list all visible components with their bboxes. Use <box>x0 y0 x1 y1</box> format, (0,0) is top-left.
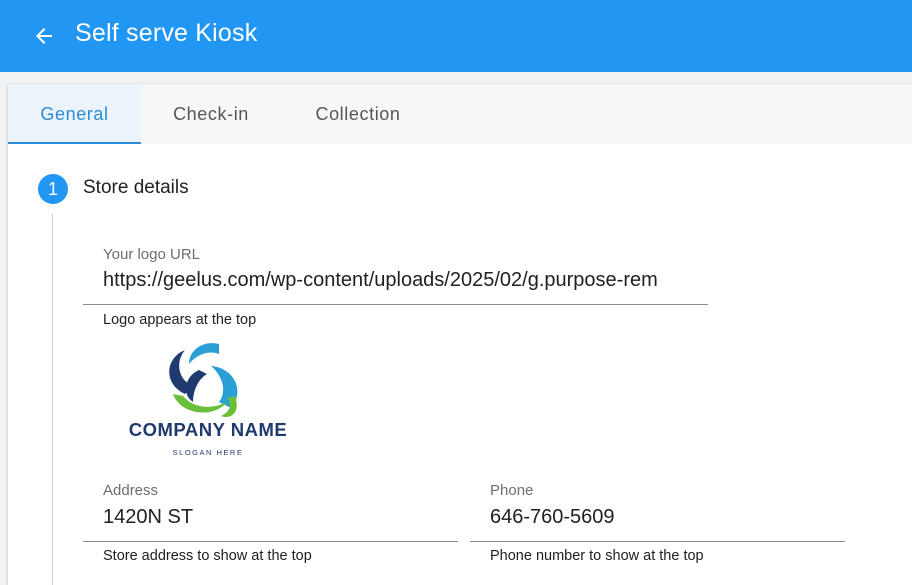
logo-url-helper: Logo appears at the top <box>103 312 257 328</box>
arrow-left-icon <box>36 28 52 44</box>
logo-preview: COMPANY NAME SLOGAN HERE <box>123 336 293 458</box>
step-title: Store details <box>83 177 189 198</box>
address-helper: Store address to show at the top <box>103 548 312 564</box>
back-button[interactable] <box>24 16 64 56</box>
tab-check-in-label: Check-in <box>173 103 249 124</box>
logo-url-input[interactable] <box>103 266 688 294</box>
logo-company-name: COMPANY NAME <box>129 419 287 440</box>
active-tab-indicator <box>8 142 141 144</box>
step-connector-line <box>52 214 53 585</box>
address-underline <box>83 541 458 542</box>
logo-url-label: Your logo URL <box>103 246 201 263</box>
tab-collection[interactable]: Collection <box>281 84 435 144</box>
tab-collection-label: Collection <box>315 103 401 124</box>
tab-general-label: General <box>40 103 109 124</box>
tab-check-in[interactable]: Check-in <box>141 84 281 144</box>
phone-underline <box>470 541 845 542</box>
tab-general[interactable]: General <box>8 84 141 144</box>
phone-input[interactable] <box>490 503 835 531</box>
page-title: Self serve Kiosk <box>75 19 258 47</box>
phone-helper: Phone number to show at the top <box>490 548 704 564</box>
address-label: Address <box>103 482 159 499</box>
address-input[interactable] <box>103 503 448 531</box>
settings-card: General Check-in Collection 1 Store deta… <box>8 84 912 585</box>
phone-label: Phone <box>490 482 534 499</box>
step-number-badge: 1 <box>38 174 68 204</box>
logo-url-underline <box>83 304 708 305</box>
tab-bar: General Check-in Collection <box>8 84 912 144</box>
company-logo-icon: COMPANY NAME SLOGAN HERE <box>129 343 287 457</box>
app-bar: Self serve Kiosk <box>0 0 912 72</box>
logo-slogan: SLOGAN HERE <box>173 448 244 457</box>
